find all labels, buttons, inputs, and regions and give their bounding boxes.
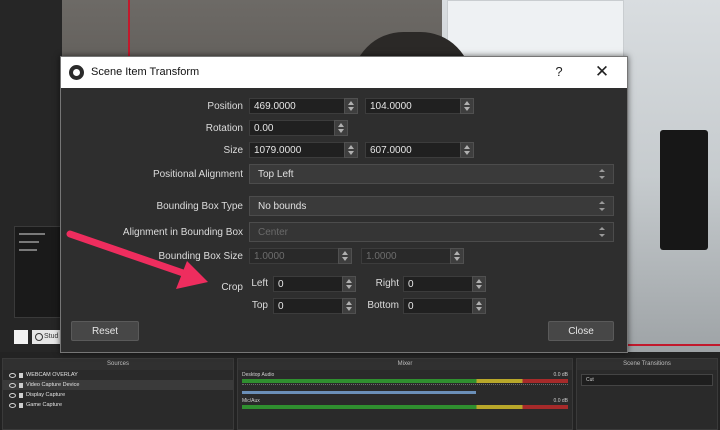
annotation-arrow	[66, 230, 208, 289]
arrow-shaft	[66, 230, 190, 278]
